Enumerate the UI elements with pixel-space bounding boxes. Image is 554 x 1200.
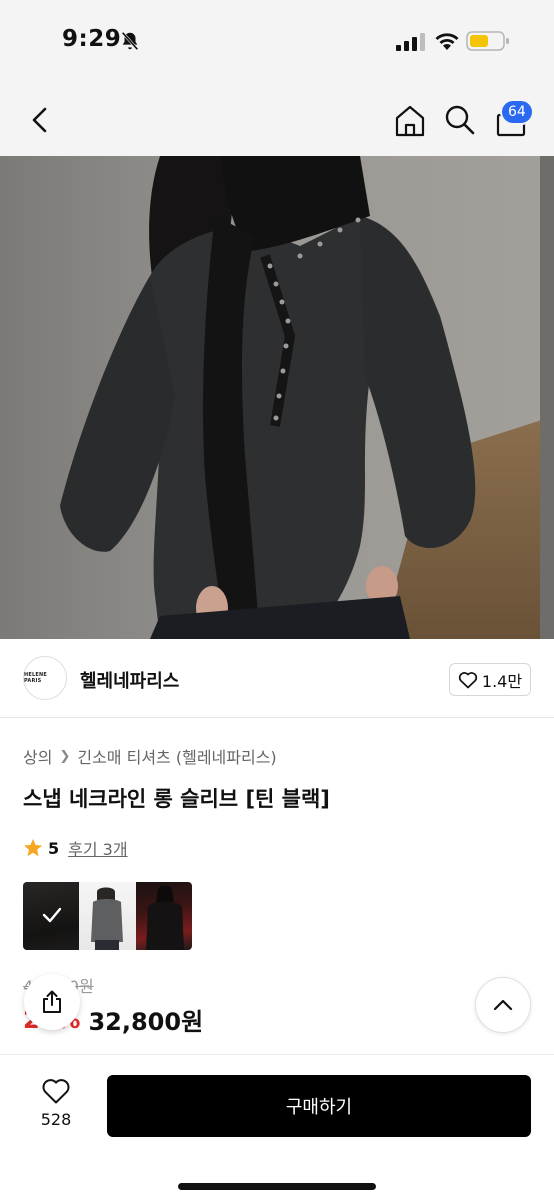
buy-button[interactable]: 구매하기 xyxy=(107,1075,531,1137)
breadcrumb-category[interactable]: 상의 xyxy=(23,744,52,768)
check-icon xyxy=(42,907,62,923)
wifi-icon xyxy=(435,33,459,50)
sale-price: 32,800원 xyxy=(88,1008,204,1036)
rating-score: 5 xyxy=(48,838,60,858)
seller-like-button[interactable]: 1.4만 xyxy=(449,663,531,696)
seller-like-count: 1.4만 xyxy=(481,671,523,691)
top-nav-bar xyxy=(0,84,554,156)
wishlist-count: 528 xyxy=(40,1110,72,1129)
color-thumbnail-grey[interactable] xyxy=(79,882,136,950)
cart-count-badge: 64 xyxy=(500,99,534,125)
heart-outline-icon xyxy=(458,671,478,688)
search-icon[interactable] xyxy=(444,104,476,136)
chevron-right-icon: ❯ xyxy=(59,748,71,764)
star-icon xyxy=(24,839,42,857)
bottom-purchase-bar: 528 구매하기 xyxy=(0,1054,554,1200)
color-thumbnail-selected[interactable] xyxy=(23,882,80,950)
home-indicator xyxy=(178,1183,376,1190)
rating-row: 5 후기 3개 xyxy=(23,836,128,860)
back-chevron-icon[interactable] xyxy=(26,104,54,136)
color-thumbnails xyxy=(23,882,192,950)
share-icon xyxy=(43,990,61,1013)
seller-logo[interactable]: HELENE PARIS xyxy=(23,656,67,700)
wishlist-button[interactable]: 528 xyxy=(30,1077,82,1135)
thumbnail-photo-grey xyxy=(91,887,124,950)
status-bar: 9:29 xyxy=(0,0,554,84)
share-button[interactable] xyxy=(24,974,80,1030)
battery-icon xyxy=(466,31,509,51)
seller-name[interactable]: 헬레네파리스 xyxy=(80,667,179,693)
product-hero-image[interactable] xyxy=(0,156,554,639)
breadcrumb-subcategory[interactable]: 긴소매 티셔츠 (헬레네파리스) xyxy=(77,744,276,768)
bell-slash-icon xyxy=(121,31,139,51)
heart-outline-icon xyxy=(42,1079,70,1104)
scroll-to-top-button[interactable] xyxy=(475,977,531,1033)
chevron-up-icon xyxy=(493,999,513,1011)
color-thumbnail-red[interactable] xyxy=(135,882,192,950)
thumbnail-photo-red xyxy=(145,885,184,950)
review-count-link[interactable]: 후기 3개 xyxy=(68,836,127,860)
status-time: 9:29 xyxy=(62,26,122,52)
product-photo xyxy=(0,156,554,639)
cellular-signal-icon xyxy=(396,33,425,51)
product-title: 스냅 네크라인 롱 슬리브 [틴 블랙] xyxy=(23,787,330,811)
seller-row[interactable]: HELENE PARIS 헬레네파리스 1.4만 xyxy=(0,640,554,718)
home-icon[interactable] xyxy=(393,104,427,138)
breadcrumb: 상의 ❯ 긴소매 티셔츠 (헬레네파리스) xyxy=(23,744,277,768)
